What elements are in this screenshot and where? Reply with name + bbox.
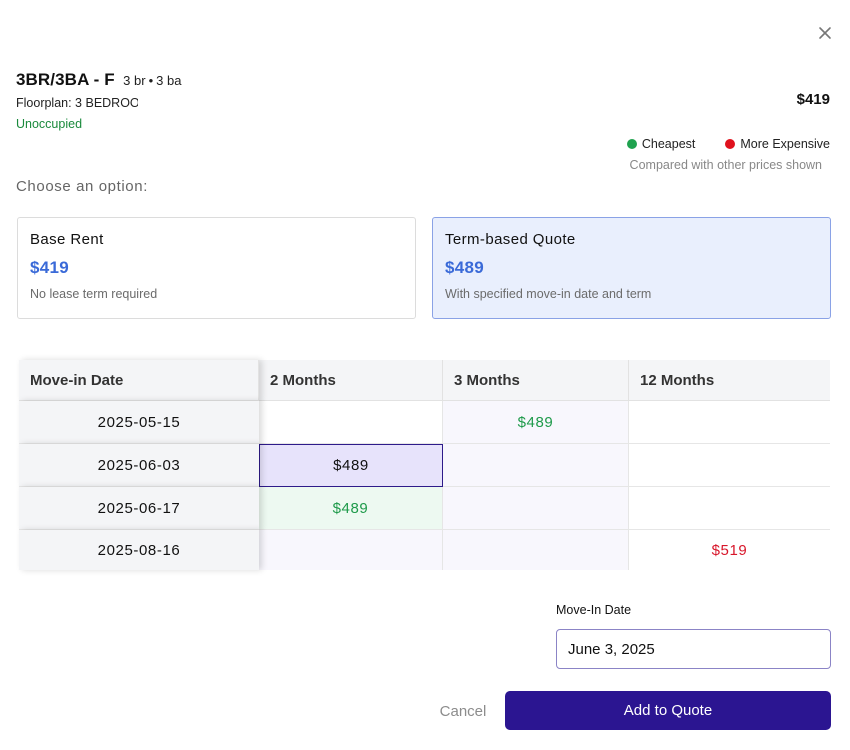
close-button[interactable] (814, 22, 836, 44)
red-dot-icon (725, 139, 736, 149)
table-row: 2025-06-03 $489 (19, 444, 830, 487)
floorplan-label: Floorplan: 3 BEDROOM (16, 96, 138, 110)
header-12-months: 12 Months (629, 360, 830, 401)
meta-separator: • (148, 73, 154, 88)
legend-expensive-label: More Expensive (740, 137, 830, 151)
term-quote-option[interactable]: Term-based Quote $489 With specified mov… (432, 217, 831, 319)
price-legend: Cheapest More Expensive (626, 137, 830, 151)
choose-option-label: Choose an option: (16, 178, 148, 195)
legend-note: Compared with other prices shown (629, 158, 822, 172)
price-cell[interactable] (443, 444, 629, 487)
add-to-quote-button[interactable]: Add to Quote (505, 691, 831, 730)
price-cell[interactable]: $489 (259, 487, 443, 530)
header-2-months: 2 Months (259, 360, 443, 401)
unit-price: $419 (796, 91, 830, 108)
price-cell[interactable] (629, 444, 830, 487)
unit-title: 3BR/3BA - F (16, 70, 115, 89)
option-description: No lease term required (30, 287, 158, 301)
price-cell-selected[interactable]: $489 (259, 444, 443, 487)
green-dot-icon (626, 139, 637, 149)
option-price: $419 (30, 258, 70, 277)
unit-header: 3BR/3BA - F 3 br • 3 ba (16, 70, 181, 90)
header-3-months: 3 Months (443, 360, 629, 401)
price-cell[interactable] (629, 401, 830, 444)
table-row: 2025-06-17 $489 (19, 487, 830, 530)
price-cell[interactable] (259, 530, 443, 570)
cancel-button[interactable]: Cancel (426, 693, 500, 729)
header-move-in-date: Move-in Date (19, 360, 259, 401)
option-title: Base Rent (30, 231, 104, 248)
move-in-date-label: Move-In Date (556, 603, 632, 617)
unit-meta: 3 br • 3 ba (123, 73, 181, 88)
move-in-date-input[interactable] (556, 629, 831, 669)
unit-baths: 3 ba (156, 73, 182, 88)
legend-expensive: More Expensive (725, 137, 830, 151)
row-date: 2025-06-17 (19, 487, 259, 530)
table-row: 2025-05-15 $489 (19, 401, 830, 444)
unit-beds: 3 br (123, 73, 146, 88)
price-cell[interactable]: $519 (629, 530, 830, 570)
row-date: 2025-08-16 (19, 530, 259, 570)
legend-cheapest-label: Cheapest (641, 137, 696, 151)
option-title: Term-based Quote (445, 231, 576, 248)
option-description: With specified move-in date and term (445, 287, 652, 301)
option-price: $489 (445, 258, 485, 277)
legend-cheapest: Cheapest (626, 137, 696, 151)
price-cell[interactable] (259, 401, 443, 444)
price-cell[interactable] (443, 530, 629, 570)
term-price-grid: Move-in Date 2 Months 3 Months 12 Months… (19, 360, 830, 570)
table-row: 2025-08-16 $519 (19, 530, 830, 570)
occupancy-status: Unoccupied (16, 117, 83, 131)
price-cell[interactable]: $489 (443, 401, 629, 444)
row-date: 2025-05-15 (19, 401, 259, 444)
base-rent-option[interactable]: Base Rent $419 No lease term required (17, 217, 416, 319)
price-cell[interactable] (629, 487, 830, 530)
row-date: 2025-06-03 (19, 444, 259, 487)
close-icon[interactable] (814, 22, 836, 44)
grid-header-row: Move-in Date 2 Months 3 Months 12 Months (19, 360, 830, 401)
price-cell[interactable] (443, 487, 629, 530)
